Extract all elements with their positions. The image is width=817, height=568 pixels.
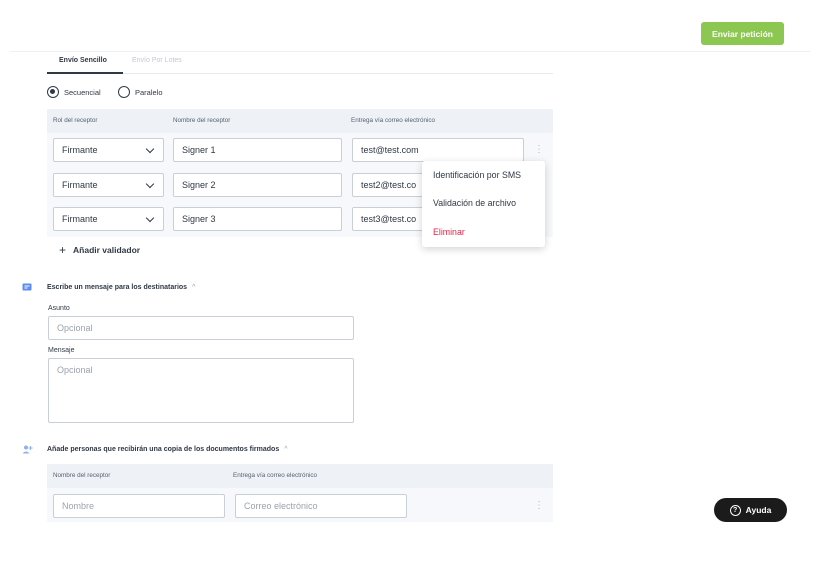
copy-section-title-text: Añade personas que recibirán una copia d… [47,446,280,453]
message-icon [22,283,32,291]
radio-sequential-label: Secuencial [64,87,101,97]
menu-item-sms-identification[interactable]: Identificación por SMS [433,170,521,180]
radio-sequential[interactable]: Secuencial [47,86,101,98]
header-email: Entrega vía correo electrónico [351,117,436,124]
copy-email-input[interactable]: Correo electrónico [235,494,407,518]
active-tab-indicator [47,72,123,74]
message-section-title[interactable]: Escribe un mensaje para los destinatario… [47,284,195,291]
message-section-title-text: Escribe un mensaje para los destinatario… [47,284,188,291]
question-icon: ? [729,504,741,516]
chevron-down-icon [145,179,155,189]
header-role: Rol del receptor [53,117,98,124]
copy-section-title[interactable]: Añade personas que recibirán una copia d… [47,446,288,453]
copy-header-name: Nombre del receptor [53,472,111,479]
chevron-up-icon: ^ [192,284,196,291]
add-validator-button[interactable]: + Añadir validador [59,243,140,257]
tab-simple-send[interactable]: Envío Sencillo [59,57,107,64]
radio-unchecked-icon [118,86,130,98]
send-request-button[interactable]: Enviar petición [701,22,784,45]
copy-name-input[interactable]: Nombre [53,494,225,518]
recipients-table-header: Rol del receptor Nombre del receptor Ent… [47,109,553,133]
row-context-menu: Identificación por SMS Validación de arc… [422,161,545,247]
tab-batch-send[interactable]: Envío Por Lotes [132,57,182,64]
subject-input[interactable]: Opcional [48,316,354,340]
message-label: Mensaje [48,347,75,354]
header-name: Nombre del receptor [173,117,231,124]
role-select-value: Firmante [62,214,98,224]
role-select-value: Firmante [62,145,98,155]
recipient-name-input[interactable]: Signer 1 [173,138,342,162]
row-menu-icon[interactable]: ⋮ [534,144,544,155]
radio-parallel[interactable]: Paralelo [118,86,163,98]
help-label: Ayuda [745,505,772,515]
recipient-name-input[interactable]: Signer 2 [173,173,342,197]
role-select[interactable]: Firmante [53,207,164,231]
role-select[interactable]: Firmante [53,173,164,197]
add-people-icon [22,445,33,454]
top-divider [10,51,810,52]
radio-parallel-label: Paralelo [135,87,163,97]
help-button[interactable]: ? Ayuda [714,498,787,522]
recipient-email-input[interactable]: test@test.com [352,138,524,162]
menu-item-file-validation[interactable]: Validación de archivo [433,198,516,208]
copy-table-header: Nombre del receptor Entrega vía correo e… [47,464,553,488]
copy-header-email: Entrega vía correo electrónico [233,472,318,479]
plus-icon: + [59,243,67,257]
recipient-name-input[interactable]: Signer 3 [173,207,342,231]
chevron-down-icon [145,213,155,223]
role-select[interactable]: Firmante [53,138,164,162]
menu-item-delete[interactable]: Eliminar [433,227,465,237]
subject-label: Asunto [48,305,70,312]
radio-checked-icon [47,86,59,98]
copy-row-menu-icon[interactable]: ⋮ [534,500,544,511]
chevron-up-icon: ^ [284,446,288,453]
add-validator-label: Añadir validador [73,245,141,255]
chevron-down-icon [145,144,155,154]
message-textarea[interactable]: Opcional [48,358,354,423]
role-select-value: Firmante [62,180,98,190]
